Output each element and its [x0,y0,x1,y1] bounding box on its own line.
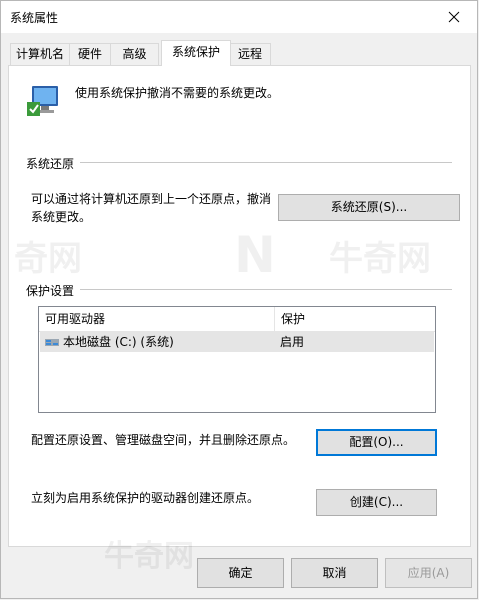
tab-advanced[interactable]: 高级 [110,43,159,65]
tab-strip: 计算机名 硬件 高级 系统保护 远程 [1,33,477,66]
window-title: 系统属性 [10,11,59,25]
tab-system-protection[interactable]: 系统保护 [161,40,231,66]
drive-protection-status: 启用 [280,335,305,349]
restore-group-label: 系统还原 [26,155,81,172]
close-button[interactable] [431,1,477,33]
restore-description: 可以通过将计算机还原到上一个还原点，撤消 系统更改。 [31,192,272,224]
ok-button[interactable]: 确定 [197,558,284,588]
tab-remote[interactable]: 远程 [229,43,271,65]
system-properties-window: 系统属性 计算机名 硬件 高级 系统保护 远程 奇网 N 牛奇网 牛奇网 使用系… [0,0,478,599]
apply-button[interactable]: 应用(A) [385,558,472,588]
create-button[interactable]: 创建(C)... [316,489,437,516]
group-divider [26,289,452,290]
watermark-logo: N [234,226,276,284]
drive-list-header: 可用驱动器 保护 [39,307,435,332]
drive-list[interactable]: 可用驱动器 保护 本地磁盘 (C:) (系统) 启用 [38,306,436,413]
tab-hardware[interactable]: 硬件 [69,43,111,65]
column-header-protection[interactable]: 保护 [275,307,435,331]
protection-group-label: 保护设置 [26,282,81,299]
drive-icon [45,339,59,346]
intro-text: 使用系统保护撤消不需要的系统更改。 [75,86,280,100]
group-divider [26,162,452,163]
system-protection-icon [27,86,58,116]
tab-panel-system-protection: 奇网 N 牛奇网 牛奇网 使用系统保护撤消不需要的系统更改。 系统还原 可以通过… [8,65,471,574]
watermark: 奇网 [14,239,82,279]
system-restore-button[interactable]: 系统还原(S)... [278,194,460,221]
configure-button[interactable]: 配置(O)... [316,429,437,456]
title-bar: 系统属性 [1,1,477,33]
watermark: 牛奇网 [329,239,431,279]
column-header-drives[interactable]: 可用驱动器 [39,307,275,331]
close-icon [448,11,460,23]
drive-name: 本地磁盘 (C:) (系统) [63,335,174,349]
drive-row[interactable]: 本地磁盘 (C:) (系统) 启用 [40,332,434,352]
tab-computer-name[interactable]: 计算机名 [10,43,70,65]
configure-description: 配置还原设置、管理磁盘空间，并且删除还原点。 [31,433,296,447]
watermark: 牛奇网 [104,539,194,574]
cancel-button[interactable]: 取消 [291,558,378,588]
create-description: 立刻为启用系统保护的驱动器创建还原点。 [31,491,260,505]
